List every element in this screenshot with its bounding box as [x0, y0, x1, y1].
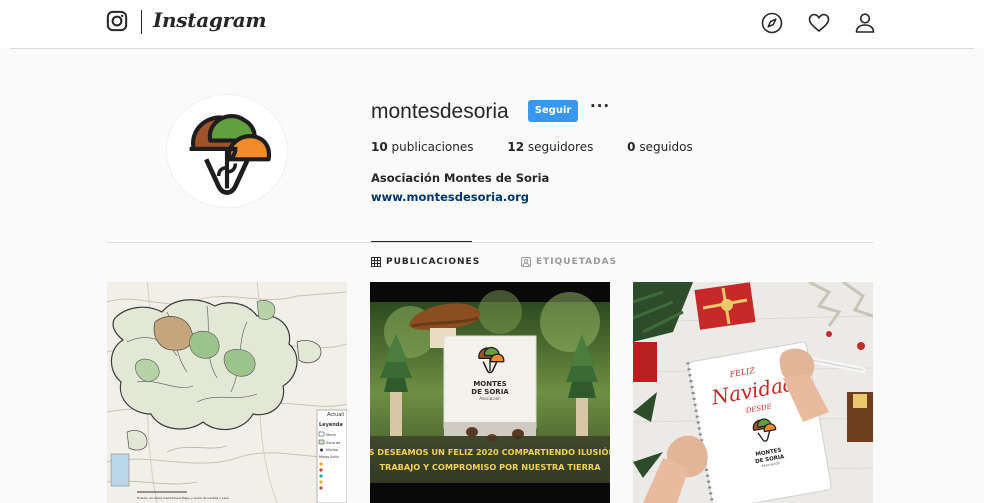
map-legend-item-2: Zona de [326, 441, 340, 445]
heart-icon[interactable] [807, 11, 831, 35]
instagram-glyph-icon[interactable] [106, 10, 128, 32]
user-icon[interactable] [853, 11, 877, 35]
followers-count[interactable]: 12 seguidores [507, 140, 593, 154]
follow-button[interactable]: Seguir [528, 100, 578, 122]
tab-posts[interactable]: PUBLICACIONES [371, 257, 480, 267]
map-image: Actuali Leyenda Munic Zona de Núcleo Min… [107, 282, 347, 503]
christmas-card-image: FELIZ Navidad DESDE MONTES DE SORIA Asoc… [633, 282, 873, 503]
more-options-button[interactable]: ··· [590, 97, 610, 115]
avatar[interactable] [167, 95, 287, 207]
tagged-user-icon [521, 257, 531, 267]
tabs-divider [107, 242, 873, 243]
new-year-logo-line3: Asociación [479, 396, 501, 401]
brand-separator [141, 10, 142, 34]
profile-username: montesdesoria [371, 100, 509, 123]
post-thumbnail-new-year[interactable]: MONTES DE SORIA Asociación OS DESEAMOS U… [370, 282, 610, 503]
map-legend-title: Actuali [327, 412, 344, 418]
following-count[interactable]: 0 seguidos [627, 140, 693, 154]
instagram-wordmark[interactable]: Instagram [153, 8, 267, 32]
new-year-logo-line2: DE SORIA [471, 388, 509, 396]
montes-de-soria-logo-icon [189, 113, 272, 195]
profile-stats: 10 publicaciones 12 seguidores 0 seguido… [371, 140, 723, 154]
new-year-card-image: MONTES DE SORIA Asociación OS DESEAMOS U… [370, 282, 610, 503]
active-tab-indicator [371, 241, 472, 242]
tab-tagged[interactable]: ETIQUETADAS [521, 257, 617, 267]
post-thumbnail-christmas[interactable]: FELIZ Navidad DESDE MONTES DE SORIA Asoc… [633, 282, 873, 503]
profile-website-link[interactable]: www.montesdesoria.org [371, 190, 529, 204]
post-thumbnail-map[interactable]: Actuali Leyenda Munic Zona de Núcleo Min… [107, 282, 347, 503]
compass-icon[interactable] [760, 11, 784, 35]
new-year-message-line1: OS DESEAMOS UN FELIZ 2020 COMPARTIENDO I… [370, 446, 610, 457]
new-year-logo-line1: MONTES [473, 380, 506, 388]
new-year-message-line2: TRABAJO Y COMPROMISO POR NUESTRA TIERRA [379, 462, 601, 472]
map-legend-item-3: Núcleo [326, 448, 338, 452]
map-legend-item-4: Minas Activ [319, 455, 339, 459]
posts-count: 10 publicaciones [371, 140, 474, 154]
top-bar: Instagram [0, 0, 984, 48]
map-legend-label: Leyenda [319, 422, 343, 428]
map-legend-item-1: Munic [326, 433, 336, 437]
profile-full-name: Asociación Montes de Soria [371, 171, 550, 185]
map-credit: Fuente: de datos Visita Novel Mapa y sue… [137, 496, 229, 500]
grid-icon [371, 257, 381, 267]
top-bar-divider [10, 48, 974, 49]
